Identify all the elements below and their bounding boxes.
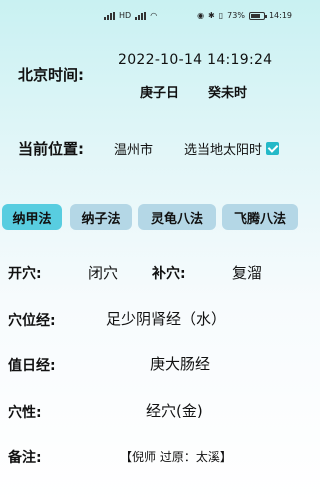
tab-linggui[interactable]: 灵龟八法 [138, 204, 216, 230]
meridian-value: 足少阴肾经（水） [106, 310, 227, 328]
hour-ganzhi: 癸未时 [208, 86, 248, 101]
bluetooth-icon: ✱ [208, 11, 215, 20]
battery-percent: 73% [227, 11, 245, 20]
eye-icon: ◉ [197, 11, 205, 20]
tab-feiteng[interactable]: 飞腾八法 [222, 204, 298, 230]
location-label: 当前位置: [18, 140, 84, 158]
duty-meridian-value: 庚大肠经 [150, 355, 211, 373]
status-bar: HD ◠ ◉ ✱ ▯ 73% 14:19 [0, 0, 300, 34]
point-nature-label: 穴性: [8, 405, 42, 421]
signal-icon-2 [135, 11, 147, 20]
tab-nazi[interactable]: 纳子法 [70, 204, 132, 230]
beijing-time-label: 北京时间: [18, 66, 84, 84]
meridian-label: 穴位经: [8, 313, 56, 329]
open-point-label: 开穴: [8, 266, 42, 282]
location-city[interactable]: 温州市 [114, 139, 153, 158]
method-tabs: 纳甲法 纳子法 灵龟八法 飞腾八法 [0, 204, 300, 230]
supplement-point-value: 复溜 [232, 264, 263, 282]
beijing-datetime: 2022-10-14 14:19:24 [118, 52, 273, 68]
solar-time-label: 选当地太阳时 [184, 143, 263, 158]
day-ganzhi: 庚子日 [140, 86, 180, 101]
supplement-point-label: 补穴: [152, 266, 186, 282]
vibrate-icon: ▯ [218, 11, 224, 20]
open-point-value: 闭穴 [88, 264, 119, 282]
tab-najia[interactable]: 纳甲法 [2, 204, 62, 230]
solar-time-toggle[interactable]: 选当地太阳时 [184, 139, 280, 158]
status-time: 14:19 [268, 11, 292, 20]
signal-icon [104, 11, 115, 20]
duty-meridian-label: 值日经: [8, 358, 56, 374]
battery-icon [248, 11, 267, 20]
point-nature-value: 经穴(金) [146, 402, 203, 420]
hd-indicator: HD [119, 11, 132, 20]
status-left: HD ◠ [104, 11, 157, 20]
wifi-icon: ◠ [150, 11, 158, 20]
note-value: 【倪师 过原：太溪】 [120, 450, 232, 464]
note-label: 备注: [8, 450, 42, 466]
solar-time-checkbox[interactable] [266, 142, 280, 155]
status-right: ◉ ✱ ▯ 73% 14:19 [197, 11, 292, 20]
